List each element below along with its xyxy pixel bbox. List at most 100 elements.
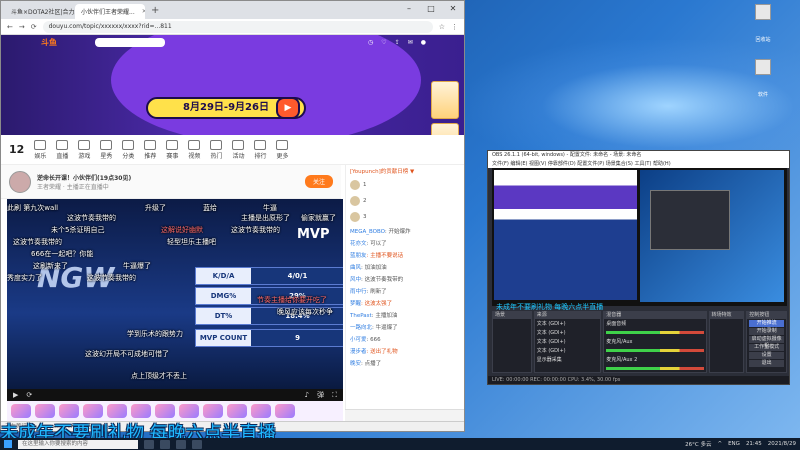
- system-tray: 26°C 多云 ^ ENG 21:45 2021/8/29: [685, 440, 796, 448]
- reload-icon[interactable]: ⟳: [31, 23, 37, 31]
- menu-icon[interactable]: ⋮: [451, 23, 458, 31]
- desktop-icon-label: 软件: [757, 92, 768, 98]
- obs-menu-bar[interactable]: 文件(F) 编辑(E) 视图(V) 停靠部件(D) 配置文件(P) 场景集合(S…: [488, 160, 789, 168]
- gift-item[interactable]: [155, 404, 175, 418]
- gift-item[interactable]: [107, 404, 127, 418]
- player-controls: ▶ ⟳ ♪ 弹 ⛶: [7, 389, 343, 401]
- tray-expand-icon[interactable]: ^: [717, 441, 722, 447]
- user-avatar-icon[interactable]: ●: [421, 39, 426, 46]
- url-input[interactable]: douyu.com/topic/xxxxxx/xxxx?rid=...811: [42, 20, 433, 33]
- room-tool-6[interactable]: 赛事: [166, 139, 178, 160]
- room-tool-9[interactable]: 活动: [232, 139, 245, 160]
- event-banner[interactable]: 8月29日-9月26日 ▶: [1, 35, 464, 135]
- danmaku: 这波幻开局不可成地可惜了: [85, 350, 169, 358]
- back-icon[interactable]: ←: [7, 23, 13, 31]
- source-item[interactable]: 文本 (GDI+): [535, 319, 601, 328]
- start-streaming-button[interactable]: 开始推流: [749, 320, 784, 327]
- room-tool-7[interactable]: 视频: [188, 139, 200, 160]
- app-icon[interactable]: [755, 59, 771, 75]
- source-item[interactable]: 文本 (GDI+): [535, 337, 601, 346]
- source-item[interactable]: 显示器采集: [535, 355, 601, 364]
- follow-button[interactable]: 关注: [304, 175, 333, 188]
- tab-label: 斗鱼×DOTA2社区|合力人...: [11, 9, 75, 16]
- star-icon[interactable]: ☆: [439, 23, 445, 31]
- room-tool-10[interactable]: 排行: [254, 139, 266, 160]
- taskbar-app-icon[interactable]: [176, 439, 186, 449]
- room-tool-3[interactable]: 星秀: [100, 139, 113, 160]
- refresh-icon[interactable]: ⟳: [26, 391, 32, 399]
- room-tool-5[interactable]: 推荐: [144, 139, 156, 160]
- new-tab-icon[interactable]: +: [145, 4, 165, 19]
- gift-item[interactable]: [203, 404, 223, 418]
- follow-icon[interactable]: ♡: [381, 39, 386, 46]
- gift-item[interactable]: [251, 404, 271, 418]
- danmaku-toggle-icon[interactable]: 弹: [317, 390, 324, 400]
- gift-item[interactable]: [131, 404, 151, 418]
- room-tool-8[interactable]: 热门: [210, 139, 222, 160]
- danmaku: 未个5杀证明自己: [51, 226, 105, 234]
- gift-item[interactable]: [59, 404, 79, 418]
- gift-item[interactable]: [275, 404, 295, 418]
- play-pause-icon[interactable]: ▶: [13, 391, 18, 399]
- streamer-avatar[interactable]: [9, 170, 31, 193]
- room-tool-4[interactable]: 分类: [122, 139, 134, 160]
- taskbar-search-input[interactable]: 在这里输入你要搜索的内容: [18, 439, 138, 449]
- taskbar-app-icon[interactable]: [160, 439, 170, 449]
- clock-date[interactable]: 2021/8/29: [768, 441, 796, 447]
- wallpaper-glow: [470, 40, 800, 150]
- input-language[interactable]: ENG: [728, 441, 740, 447]
- chat-header[interactable]: [Youpunch]的贡献日榜 ▼: [346, 165, 464, 177]
- video-player[interactable]: NGW MVP K/D/A 4/0/1 DMG% 29% DT% 18.4% MVP …: [7, 199, 343, 389]
- exit-button[interactable]: 退出: [749, 360, 784, 367]
- gift-item[interactable]: [179, 404, 199, 418]
- maximize-button[interactable]: □: [420, 1, 442, 19]
- rank-row: 2: [346, 193, 464, 209]
- clock-time[interactable]: 21:45: [746, 441, 762, 447]
- tool-icon: [232, 139, 245, 150]
- danmaku: 节奏主播给你要开吃了: [257, 296, 327, 304]
- studio-mode-button[interactable]: 工作室模式: [749, 344, 784, 351]
- chat-input[interactable]: [345, 409, 464, 421]
- windows-start-icon[interactable]: [4, 440, 12, 448]
- history-icon[interactable]: ◷: [368, 39, 373, 46]
- weather-text[interactable]: 26°C 多云: [685, 440, 711, 448]
- recycle-bin-icon[interactable]: [755, 4, 771, 20]
- source-item[interactable]: 文本 (GDI+): [535, 328, 601, 337]
- site-search-input[interactable]: [95, 37, 165, 47]
- volume-icon[interactable]: ♪: [305, 391, 309, 399]
- settings-button[interactable]: 设置: [749, 352, 784, 359]
- window-controls: – □ ✕: [398, 1, 464, 19]
- douyu-logo[interactable]: 斗鱼: [41, 37, 57, 48]
- minimize-button[interactable]: –: [398, 1, 420, 19]
- streamer-info: 逆命长开课！小伙伴们(19点30见) 王者荣耀 · 主播正在直播中: [37, 173, 131, 191]
- virtual-camera-button[interactable]: 启动虚拟摄像机: [749, 336, 784, 349]
- streamer-title: 逆命长开课！小伙伴们(19点30见): [37, 174, 132, 182]
- forward-icon[interactable]: →: [19, 23, 25, 31]
- banner-play-icon[interactable]: ▶: [276, 97, 300, 119]
- taskbar-app-icon[interactable]: [192, 439, 202, 449]
- message-icon[interactable]: ✉: [408, 39, 413, 46]
- audio-meter: [606, 367, 704, 370]
- promo-card[interactable]: [431, 81, 459, 119]
- tab-live-room[interactable]: 小伙伴们王者荣耀...✕: [75, 4, 145, 19]
- obs-preview[interactable]: 未成年不要刷礼物 每晚六点半直播: [492, 168, 787, 311]
- scenes-panel: 场景: [492, 311, 532, 373]
- gift-item[interactable]: [11, 404, 31, 418]
- gift-item[interactable]: [83, 404, 103, 418]
- tab-douyu-topic[interactable]: 斗鱼×DOTA2社区|合力人...✕: [5, 4, 75, 19]
- start-recording-button[interactable]: 开始录制: [749, 328, 784, 335]
- tool-icon: [100, 139, 113, 150]
- room-tool-0[interactable]: 娱乐: [34, 139, 46, 160]
- upload-icon[interactable]: ⇪: [395, 39, 400, 46]
- desktop-icons: 回收站 软件: [755, 4, 771, 98]
- room-count: 12: [9, 143, 25, 156]
- fullscreen-icon[interactable]: ⛶: [332, 391, 337, 400]
- room-tool-1[interactable]: 直播: [56, 139, 68, 160]
- close-window-button[interactable]: ✕: [442, 1, 464, 19]
- room-tool-11[interactable]: 更多: [276, 139, 289, 160]
- source-item[interactable]: 文本 (GDI+): [535, 346, 601, 355]
- taskbar-app-icon[interactable]: [144, 439, 154, 449]
- gift-item[interactable]: [35, 404, 55, 418]
- gift-item[interactable]: [227, 404, 247, 418]
- room-tool-2[interactable]: 游戏: [78, 139, 90, 160]
